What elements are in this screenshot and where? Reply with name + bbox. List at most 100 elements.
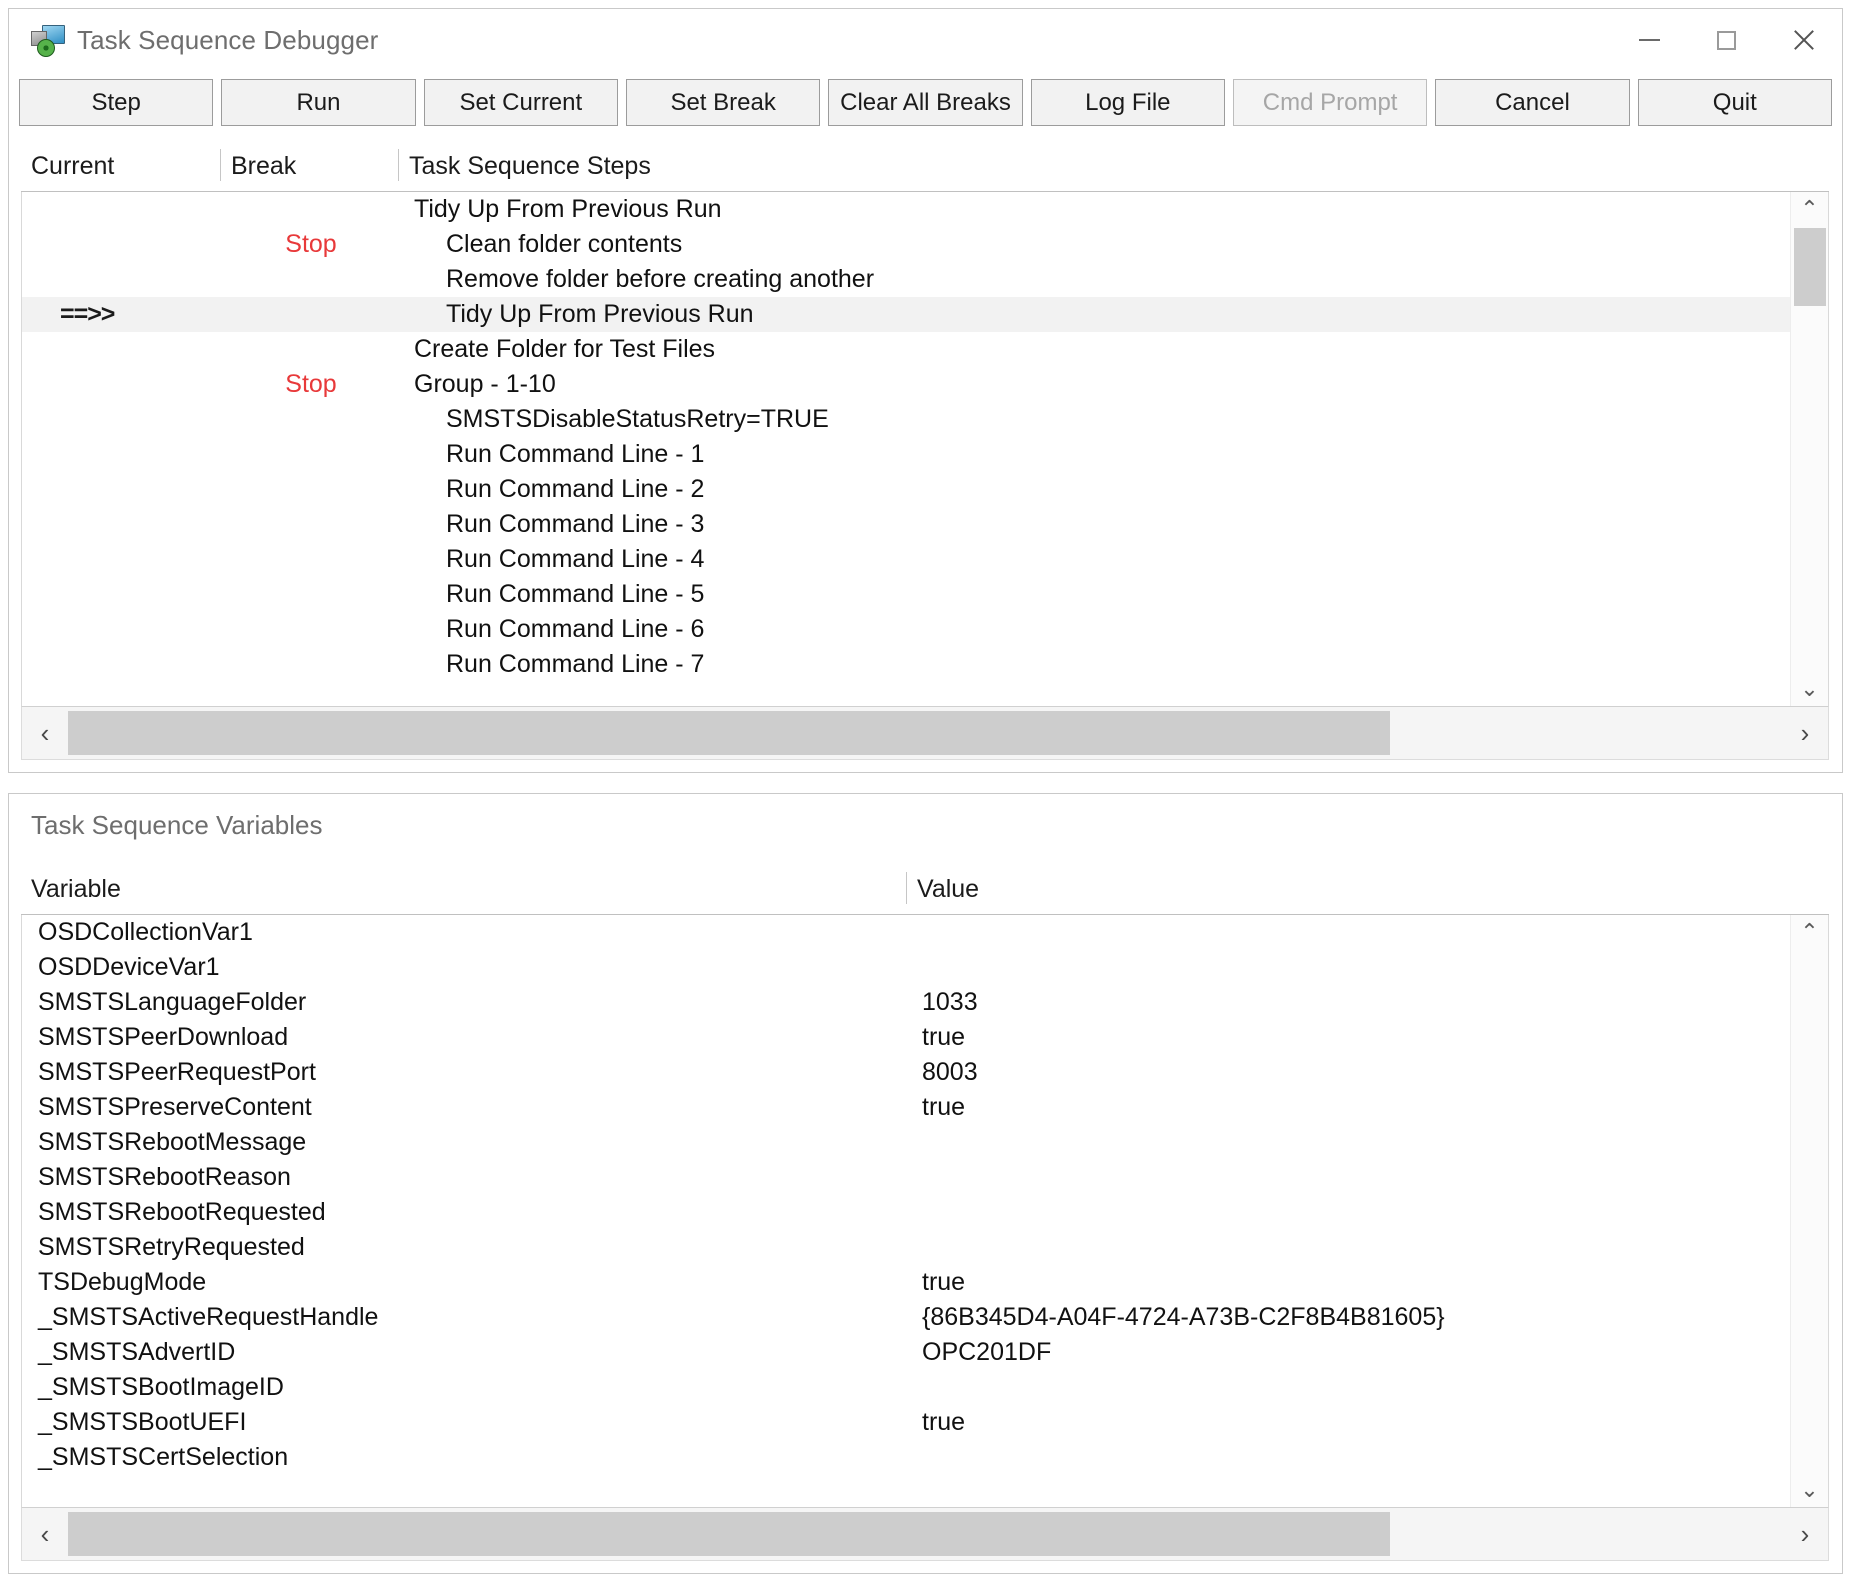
variables-horizontal-scrollbar[interactable]: ‹ › [21,1507,1829,1561]
steps-list[interactable]: Tidy Up From Previous Run Stop Clean fol… [21,192,1829,706]
scroll-up-icon[interactable]: ⌃ [1791,192,1828,226]
horizontal-scroll-thumb[interactable] [68,711,1390,755]
variable-name: OSDCollectionVar1 [22,918,908,947]
column-header-current[interactable]: Current [21,149,221,181]
window-controls [1611,9,1842,71]
close-button[interactable] [1765,9,1842,71]
variable-name: SMSTSPeerRequestPort [22,1058,908,1087]
table-row[interactable]: Run Command Line - 4 [22,542,1828,577]
task-sequence-variables-window: Task Sequence Variables Variable Value O… [8,793,1843,1574]
table-row[interactable]: Run Command Line - 2 [22,472,1828,507]
set-break-button[interactable]: Set Break [626,79,820,126]
table-row[interactable]: TSDebugMode true [22,1265,1828,1300]
cancel-button[interactable]: Cancel [1435,79,1629,126]
variable-value: true [908,1093,1828,1122]
maximize-icon [1717,31,1736,50]
variable-name: SMSTSRebootReason [22,1163,908,1192]
table-row[interactable]: SMSTSRebootReason [22,1160,1828,1195]
table-row[interactable]: SMSTSRebootRequested [22,1195,1828,1230]
table-row[interactable]: Tidy Up From Previous Run [22,192,1828,227]
row-step-name: Tidy Up From Previous Run [400,195,1828,224]
scroll-right-icon[interactable]: › [1782,718,1828,749]
variable-value: {86B345D4-A04F-4724-A73B-C2F8B4B81605} [908,1303,1828,1332]
scroll-left-icon[interactable]: ‹ [22,1519,68,1550]
variable-name: SMSTSPeerDownload [22,1023,908,1052]
row-step-name: Run Command Line - 1 [400,440,1828,469]
variables-window-title: Task Sequence Variables [9,794,1842,856]
variables-panel: Variable Value OSDCollectionVar1 OSDDevi… [21,872,1829,1562]
task-sequence-steps-panel: Current Break Task Sequence Steps Tidy U… [21,149,1829,761]
table-row[interactable]: OSDDeviceVar1 [22,950,1828,985]
table-row[interactable]: _SMSTSBootImageID [22,1370,1828,1405]
table-row[interactable]: Run Command Line - 6 [22,612,1828,647]
maximize-button[interactable] [1688,9,1765,71]
table-row[interactable]: Run Command Line - 7 [22,647,1828,682]
row-step-name: Run Command Line - 4 [400,545,1828,574]
set-current-button[interactable]: Set Current [424,79,618,126]
table-row[interactable]: SMSTSDisableStatusRetry=TRUE [22,402,1828,437]
task-sequence-debugger-window: Task Sequence Debugger Step Run Set Curr… [8,8,1843,773]
table-row[interactable]: Run Command Line - 3 [22,507,1828,542]
table-row[interactable]: SMSTSRebootMessage [22,1125,1828,1160]
steps-horizontal-scrollbar[interactable]: ‹ › [21,706,1829,760]
table-row[interactable]: SMSTSPeerRequestPort 8003 [22,1055,1828,1090]
table-row[interactable]: Create Folder for Test Files [22,332,1828,367]
table-row[interactable]: SMSTSLanguageFolder 1033 [22,985,1828,1020]
horizontal-scroll-thumb[interactable] [68,1512,1390,1556]
table-row[interactable]: _SMSTSBootUEFI true [22,1405,1828,1440]
column-header-variable[interactable]: Variable [21,872,907,904]
minimize-button[interactable] [1611,9,1688,71]
table-row[interactable]: OSDCollectionVar1 [22,915,1828,950]
variables-list[interactable]: OSDCollectionVar1 OSDDeviceVar1 SMSTSLan… [21,915,1829,1507]
variable-name: SMSTSRebootRequested [22,1198,908,1227]
minimize-icon [1639,39,1660,41]
table-row[interactable]: Run Command Line - 5 [22,577,1828,612]
horizontal-scroll-track[interactable] [68,1508,1782,1560]
title-bar: Task Sequence Debugger [9,9,1842,71]
variable-name: _SMSTSCertSelection [22,1443,908,1472]
column-header-break[interactable]: Break [221,149,399,181]
table-row[interactable]: _SMSTSAdvertID OPC201DF [22,1335,1828,1370]
scroll-left-icon[interactable]: ‹ [22,718,68,749]
clear-all-breaks-button[interactable]: Clear All Breaks [828,79,1022,126]
row-step-name: Run Command Line - 6 [400,615,1828,644]
column-header-steps[interactable]: Task Sequence Steps [399,149,1829,181]
log-file-button[interactable]: Log File [1031,79,1225,126]
variable-name: SMSTSPreserveContent [22,1093,908,1122]
row-step-name: Group - 1-10 [400,370,1828,399]
vertical-scroll-thumb[interactable] [1794,228,1826,306]
scroll-down-icon[interactable]: ⌄ [1791,672,1828,706]
window-title: Task Sequence Debugger [77,25,378,56]
table-row[interactable]: Remove folder before creating another [22,262,1828,297]
variable-value: 1033 [908,988,1828,1017]
table-row[interactable]: Stop Group - 1-10 [22,367,1828,402]
table-row[interactable]: Run Command Line - 1 [22,437,1828,472]
horizontal-scroll-track[interactable] [68,707,1782,759]
row-break-flag: Stop [222,370,400,399]
table-row[interactable]: Stop Clean folder contents [22,227,1828,262]
step-button[interactable]: Step [19,79,213,126]
run-button[interactable]: Run [221,79,415,126]
table-row[interactable]: _SMSTSCertSelection [22,1440,1828,1475]
variable-name: SMSTSLanguageFolder [22,988,908,1017]
row-step-name: Create Folder for Test Files [400,335,1828,364]
quit-button[interactable]: Quit [1638,79,1832,126]
table-row-current[interactable]: ==>> Tidy Up From Previous Run [22,297,1828,332]
variables-vertical-scrollbar[interactable]: ⌃ ⌄ [1790,915,1828,1507]
scroll-up-icon[interactable]: ⌃ [1791,915,1828,949]
column-header-value[interactable]: Value [907,872,1829,904]
table-row[interactable]: SMSTSPreserveContent true [22,1090,1828,1125]
row-break-flag: Stop [222,230,400,259]
table-row[interactable]: _SMSTSActiveRequestHandle {86B345D4-A04F… [22,1300,1828,1335]
variable-name: _SMSTSAdvertID [22,1338,908,1367]
steps-vertical-scrollbar[interactable]: ⌃ ⌄ [1790,192,1828,706]
row-step-name: Tidy Up From Previous Run [400,300,1828,329]
variable-name: SMSTSRebootMessage [22,1128,908,1157]
table-row[interactable]: SMSTSPeerDownload true [22,1020,1828,1055]
variable-value: true [908,1268,1828,1297]
table-row[interactable]: SMSTSRetryRequested [22,1230,1828,1265]
scroll-right-icon[interactable]: › [1782,1519,1828,1550]
row-step-name: Run Command Line - 5 [400,580,1828,609]
row-step-name: Run Command Line - 2 [400,475,1828,504]
scroll-down-icon[interactable]: ⌄ [1791,1473,1828,1507]
